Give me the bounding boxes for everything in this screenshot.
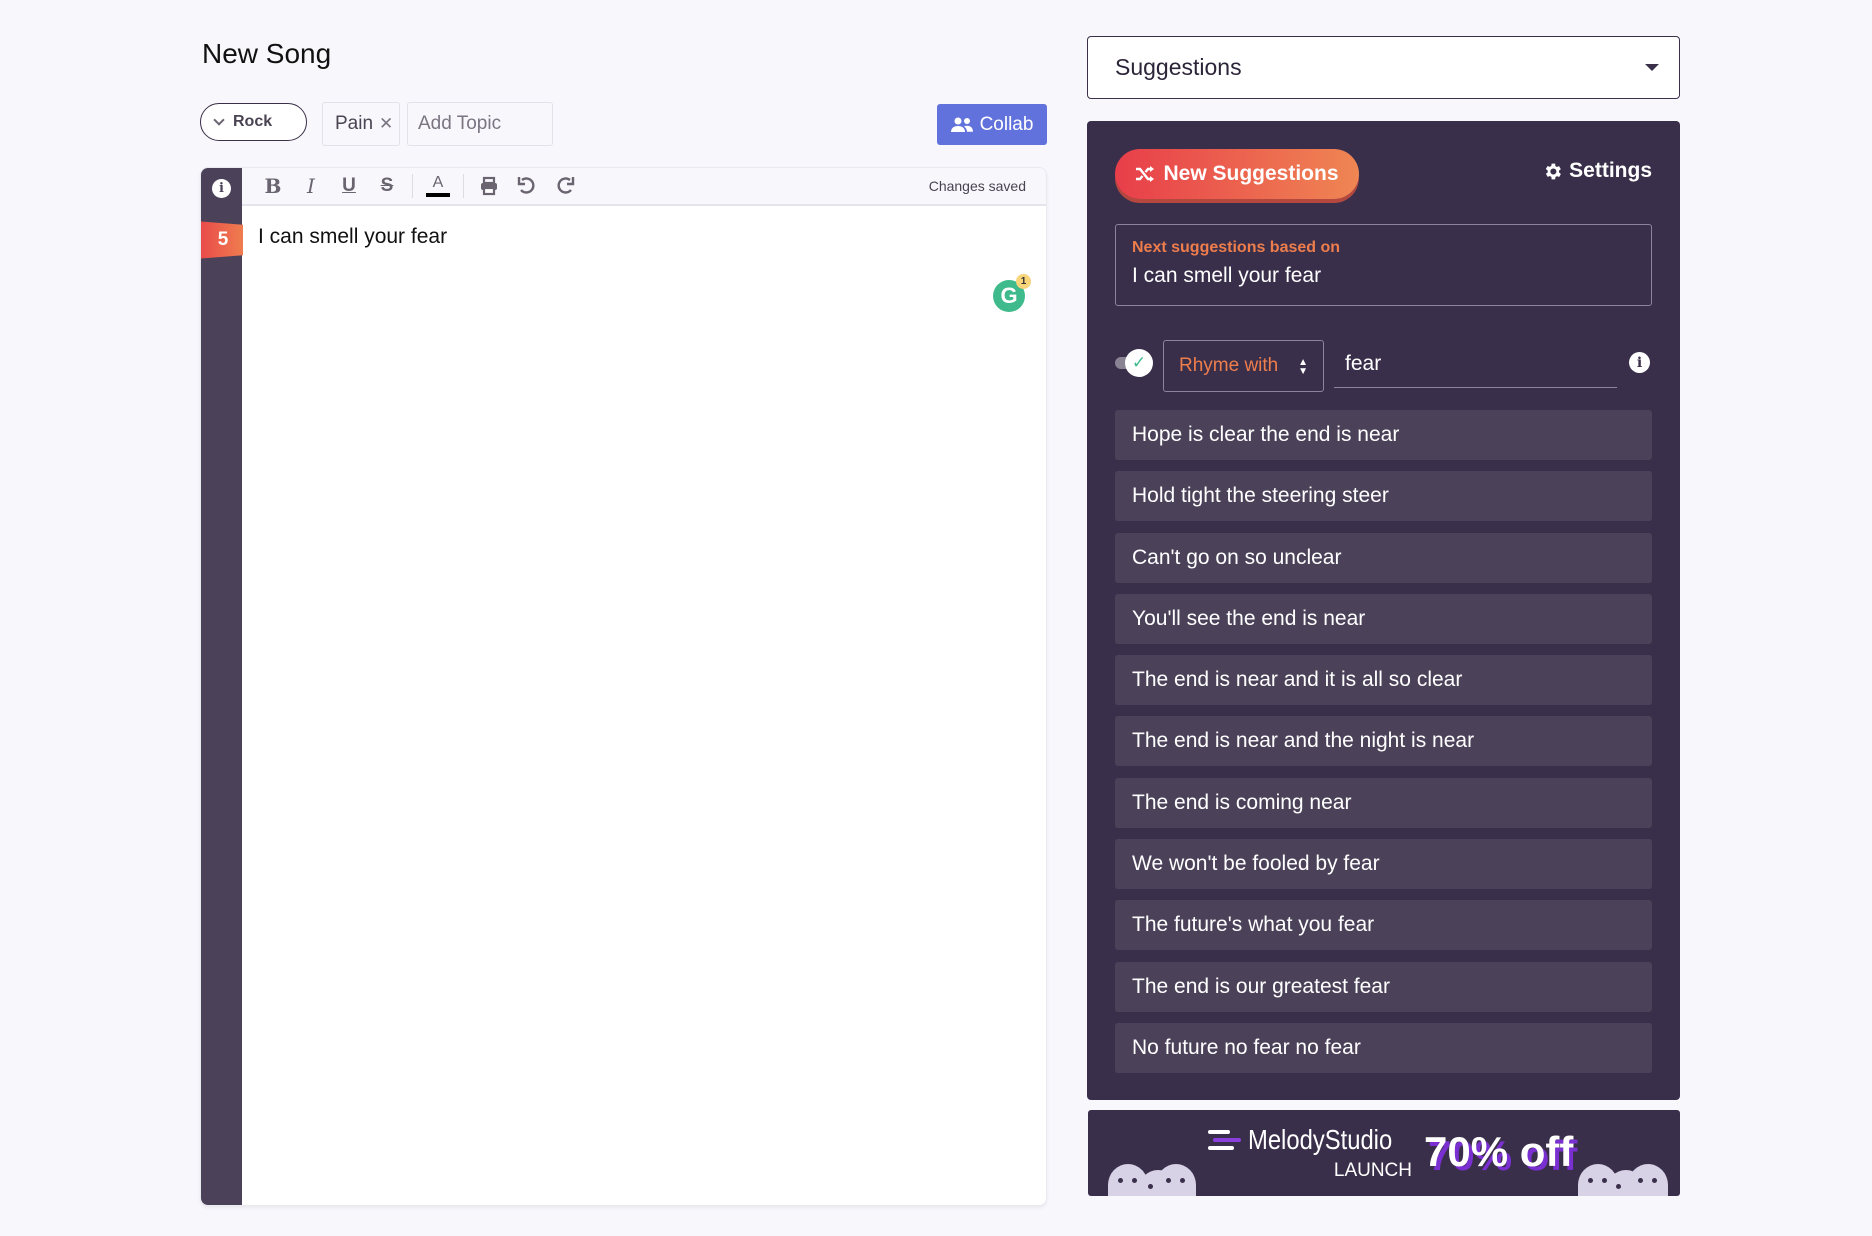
- grammarly-badge: 1: [1016, 274, 1031, 289]
- collab-label: Collab: [979, 113, 1034, 135]
- toolbar-divider: [412, 174, 413, 198]
- shuffle-icon: [1136, 166, 1155, 182]
- info-icon[interactable]: i: [212, 179, 231, 198]
- editor-gutter: i: [201, 168, 242, 1205]
- banner-subtitle: LAUNCH: [1333, 1160, 1412, 1181]
- banner-brand: MelodyStudio: [1248, 1124, 1393, 1155]
- melodystudio-logo-icon: [1208, 1130, 1241, 1150]
- undo-icon[interactable]: [508, 171, 546, 201]
- suggestion-item[interactable]: The end is near and the night is near: [1115, 716, 1652, 767]
- suggestion-item[interactable]: The end is coming near: [1115, 777, 1652, 828]
- suggestion-item[interactable]: No future no fear no fear: [1115, 1022, 1652, 1073]
- suggestion-item[interactable]: We won't be fooled by fear: [1115, 839, 1652, 890]
- info-icon[interactable]: i: [1629, 352, 1650, 373]
- suggestion-item[interactable]: Can't go on so unclear: [1115, 532, 1652, 583]
- based-on-label: Next suggestions based on: [1132, 239, 1341, 256]
- mascot-image: [1156, 1164, 1196, 1196]
- collab-button[interactable]: Collab: [937, 104, 1047, 145]
- users-icon: [950, 117, 973, 132]
- save-status: Changes saved: [928, 178, 1026, 194]
- toolbar-divider: [463, 174, 464, 198]
- new-suggestions-button[interactable]: New Suggestions: [1115, 149, 1359, 199]
- bold-icon[interactable]: B: [254, 171, 292, 201]
- check-icon: ✓: [1125, 349, 1153, 377]
- text-color-icon[interactable]: A: [419, 171, 457, 201]
- underline-icon[interactable]: U: [330, 171, 368, 201]
- rhyme-word-input[interactable]: [1334, 340, 1617, 388]
- suggestion-item[interactable]: Hold tight the steering steer: [1115, 471, 1652, 522]
- add-topic-input[interactable]: [407, 102, 553, 146]
- remove-topic-icon[interactable]: ✕: [379, 114, 393, 134]
- mascot-image: [1628, 1164, 1668, 1196]
- lyrics-editor: i B I U S A Changes saved 5 I can smell …: [200, 167, 1047, 1206]
- rhyme-toggle[interactable]: ✓: [1115, 349, 1153, 377]
- banner-offer: 70% off: [1424, 1128, 1574, 1175]
- strikethrough-icon[interactable]: S: [368, 171, 406, 201]
- topic-tag-label: Pain: [335, 113, 374, 134]
- suggestion-item[interactable]: Hope is clear the end is near: [1115, 410, 1652, 460]
- syllable-count-marker: 5: [201, 221, 243, 259]
- suggestions-dropdown-label: Suggestions: [1115, 54, 1242, 80]
- suggestions-dropdown[interactable]: Suggestions: [1087, 36, 1680, 99]
- editor-toolbar: B I U S A Changes saved: [242, 168, 1046, 206]
- new-suggestions-label: New Suggestions: [1163, 162, 1339, 185]
- suggestion-item[interactable]: The end is near and it is all so clear: [1115, 655, 1652, 706]
- page-title: New Song: [202, 38, 332, 69]
- based-on-value: I can smell your fear: [1132, 264, 1322, 287]
- rhyme-mode-select[interactable]: Rhyme with ▲ ▼: [1163, 340, 1324, 392]
- sort-icon: ▲ ▼: [1298, 357, 1308, 377]
- suggestion-item[interactable]: The future's what you fear: [1115, 900, 1652, 951]
- suggestion-item[interactable]: You'll see the end is near: [1115, 593, 1652, 644]
- suggestion-list: Hope is clear the end is near Hold tight …: [1115, 410, 1652, 1084]
- suggestion-item[interactable]: The end is our greatest fear: [1115, 961, 1652, 1012]
- redo-icon[interactable]: [546, 171, 584, 201]
- settings-button[interactable]: Settings: [1542, 159, 1652, 183]
- gear-icon: [1546, 163, 1562, 179]
- rhyme-controls: ✓ Rhyme with ▲▼ i: [1115, 340, 1652, 392]
- lyric-line[interactable]: I can smell your fear: [258, 225, 447, 249]
- italic-icon[interactable]: I: [292, 171, 330, 201]
- suggestions-panel: New Suggestions Settings Next suggestion…: [1087, 121, 1680, 1100]
- caret-down-icon: [1645, 64, 1659, 71]
- genre-dropdown[interactable]: Rock: [200, 103, 307, 141]
- settings-label: Settings: [1569, 159, 1652, 182]
- promo-banner[interactable]: MelodyStudio LAUNCH 70% off: [1088, 1110, 1680, 1196]
- print-icon[interactable]: [470, 171, 508, 201]
- based-on-box: Next suggestions based on I can smell yo…: [1115, 224, 1652, 306]
- topic-tag: Pain ✕: [322, 102, 400, 146]
- rhyme-mode-label: Rhyme with: [1179, 355, 1279, 376]
- genre-label: Rock: [233, 113, 273, 130]
- chevron-down-icon: [213, 113, 225, 126]
- grammarly-icon[interactable]: G 1: [993, 274, 1031, 312]
